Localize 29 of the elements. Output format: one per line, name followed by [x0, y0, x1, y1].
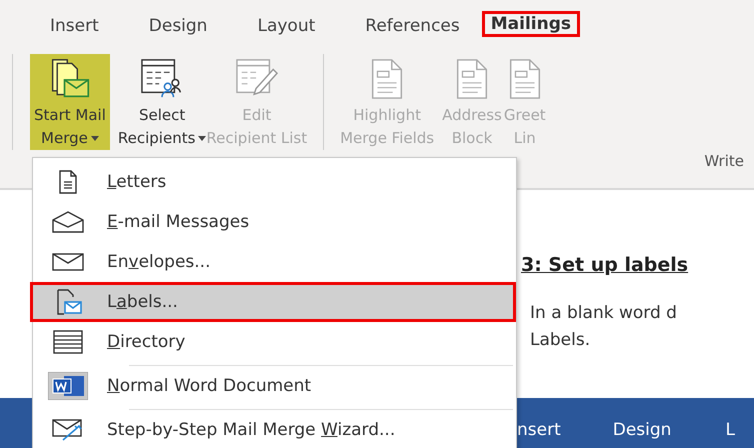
menu-item[interactable]: Directory — [30, 322, 516, 362]
document-paragraph: In a blank word d Labels. — [530, 302, 678, 352]
ribbon-tab[interactable]: Layout — [253, 14, 320, 38]
document-icon — [508, 58, 542, 100]
ribbon-tab[interactable]: Mailings — [482, 11, 580, 37]
document-icon — [370, 58, 404, 100]
menu-item[interactable]: Step-by-Step Mail Merge Wizard... — [30, 406, 516, 448]
menu-item[interactable]: Envelopes... — [30, 242, 516, 282]
ribbon-button[interactable]: Start Mail Merge — [30, 54, 110, 150]
open-envelope-icon — [51, 211, 85, 233]
menu-item[interactable]: Labels... — [30, 282, 516, 322]
ribbon-tab[interactable]: Design — [144, 14, 212, 38]
word-document-icon — [48, 372, 88, 400]
caret-icon — [90, 136, 99, 141]
list-icon — [52, 330, 84, 354]
caret-icon — [198, 136, 206, 141]
ribbon-tab[interactable]: L — [725, 420, 735, 440]
menu-item[interactable]: Normal Word Document — [30, 362, 516, 406]
ribbon-tab[interactable]: References — [361, 14, 464, 38]
document-heading: 3: Set up labels — [521, 254, 690, 276]
ribbon-tab[interactable]: Insert — [46, 14, 103, 38]
group-label: Write — [704, 152, 744, 170]
document-icon — [455, 58, 489, 100]
ribbon-tab[interactable]: Design — [612, 420, 672, 440]
ribbon-tab[interactable]: nsert — [517, 420, 561, 440]
envelope-icon — [51, 253, 85, 271]
menu-item[interactable]: E-mail Messages — [30, 202, 516, 242]
document-icon — [57, 170, 79, 194]
menu-item[interactable]: Letters — [30, 162, 516, 202]
